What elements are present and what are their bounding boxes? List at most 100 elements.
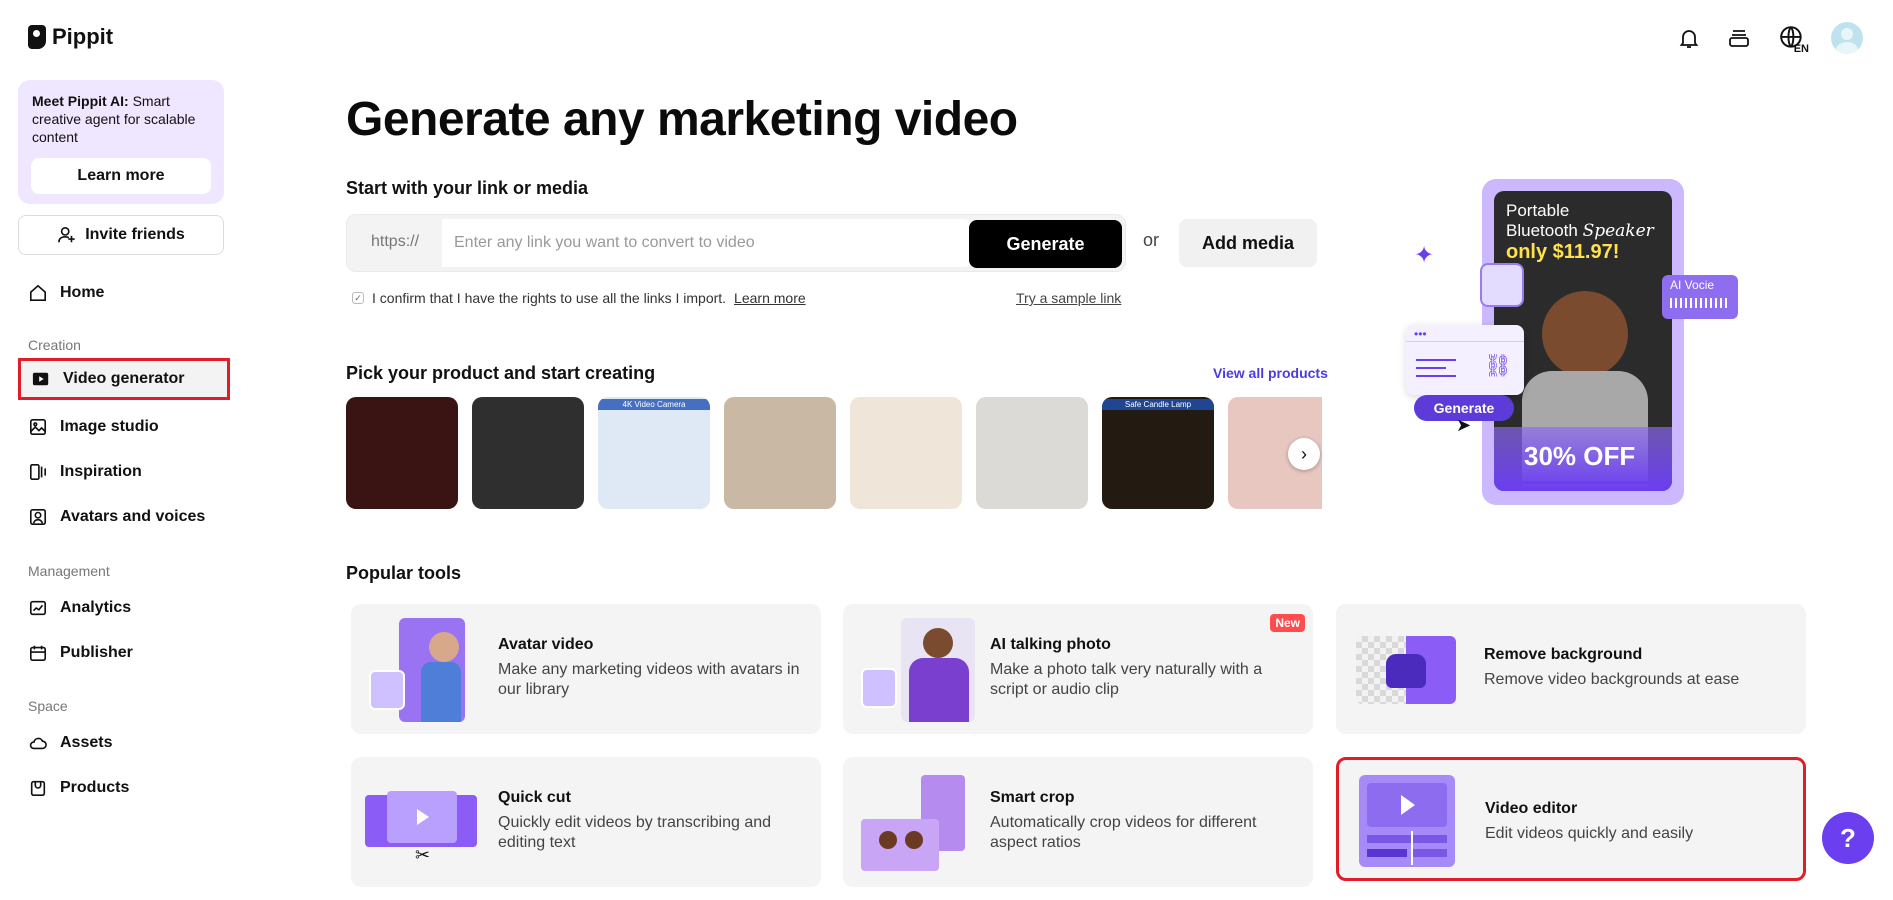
headphones-icon bbox=[1480, 263, 1524, 307]
quick-cut-thumbnail bbox=[365, 789, 479, 851]
product-carousel: 4K Video Camera Safe Candle Lamp bbox=[346, 397, 1322, 509]
sidebar-item-label: Video generator bbox=[63, 370, 185, 387]
subscription-icon[interactable] bbox=[1725, 24, 1753, 52]
help-button[interactable]: ? bbox=[1822, 812, 1874, 864]
sidebar-item-products[interactable]: Products bbox=[18, 767, 230, 809]
promo-title: Meet Pippit AI: bbox=[32, 93, 129, 109]
link-input[interactable] bbox=[442, 219, 972, 267]
tool-title: Quick cut bbox=[498, 789, 571, 806]
add-user-icon bbox=[57, 225, 77, 245]
popular-tools-heading: Popular tools bbox=[346, 563, 462, 583]
help-question-icon: ? bbox=[1840, 822, 1856, 853]
image-studio-icon bbox=[28, 417, 48, 437]
bell-icon[interactable] bbox=[1675, 24, 1703, 52]
home-icon bbox=[28, 283, 48, 303]
product-thumbnail-glass[interactable] bbox=[346, 397, 458, 509]
analytics-icon bbox=[28, 598, 48, 618]
invite-friends-button[interactable]: Invite friends bbox=[18, 215, 224, 255]
generate-button[interactable]: Generate bbox=[969, 220, 1122, 268]
product-thumbnail-person-reading[interactable] bbox=[724, 397, 836, 509]
talking-photo-thumbnail bbox=[861, 618, 975, 722]
product-label: Safe Candle Lamp bbox=[1102, 399, 1214, 410]
tool-card-quick-cut[interactable]: ✂ Quick cut Quickly edit videos by trans… bbox=[351, 757, 821, 887]
confirm-text: I confirm that I have the rights to use … bbox=[372, 290, 727, 306]
sidebar-item-inspiration[interactable]: Inspiration bbox=[18, 451, 230, 493]
sidebar-item-image-studio[interactable]: Image studio bbox=[18, 406, 230, 448]
video-editor-thumbnail bbox=[1359, 775, 1455, 867]
invite-label: Invite friends bbox=[85, 226, 185, 243]
hero-price: only $11.97! bbox=[1506, 241, 1620, 263]
view-all-products-link[interactable]: View all products bbox=[1213, 365, 1328, 381]
user-avatar[interactable] bbox=[1831, 22, 1863, 54]
link-input-box: https:// Generate bbox=[346, 214, 1126, 272]
hero-illustration: ✦ Portable Bluetooth Speaker only $11.97… bbox=[1400, 175, 1750, 515]
calendar-icon bbox=[28, 643, 48, 663]
product-thumbnail-camera-kit[interactable]: 4K Video Camera bbox=[598, 397, 710, 509]
hero-voice-label: AI Vocie bbox=[1670, 278, 1715, 292]
hero-line2: Bluetooth bbox=[1506, 221, 1578, 240]
sidebar-item-label: Avatars and voices bbox=[60, 508, 206, 525]
tool-title: Video editor bbox=[1485, 800, 1578, 817]
tool-description: Make any marketing videos with avatars i… bbox=[498, 661, 800, 698]
smart-crop-thumbnail bbox=[861, 775, 971, 871]
sparkle-icon: ✦ bbox=[1414, 242, 1435, 269]
tool-card-smart-crop[interactable]: Smart crop Automatically crop videos for… bbox=[843, 757, 1313, 887]
app-logo[interactable]: Pippit bbox=[28, 24, 113, 50]
carousel-next-button[interactable]: › bbox=[1288, 438, 1320, 470]
cursor-icon: ➤ bbox=[1456, 415, 1472, 435]
or-separator: or bbox=[1143, 230, 1160, 250]
product-thumbnail-candle-lamp[interactable]: Safe Candle Lamp bbox=[1102, 397, 1214, 509]
sidebar-item-label: Assets bbox=[60, 734, 113, 751]
sidebar-item-label: Inspiration bbox=[60, 463, 142, 480]
sidebar-item-label: Products bbox=[60, 779, 130, 796]
tool-description: Automatically crop videos for different … bbox=[990, 814, 1257, 851]
avatar-icon bbox=[28, 507, 48, 527]
sidebar-item-assets[interactable]: Assets bbox=[18, 722, 230, 764]
sidebar-item-analytics[interactable]: Analytics bbox=[18, 587, 230, 629]
learn-more-button[interactable]: Learn more bbox=[31, 158, 211, 194]
sidebar-item-label: Publisher bbox=[60, 644, 133, 661]
try-sample-link[interactable]: Try a sample link bbox=[1016, 290, 1121, 306]
product-label: 4K Video Camera bbox=[598, 399, 710, 410]
language-globe-icon[interactable]: EN bbox=[1775, 23, 1809, 55]
hero-discount: 30% OFF bbox=[1524, 441, 1636, 471]
https-prefix: https:// bbox=[371, 233, 420, 250]
promo-card: Meet Pippit AI: Smart creative agent for… bbox=[18, 80, 224, 204]
tool-card-ai-talking-photo[interactable]: AI talking photo Make a photo talk very … bbox=[843, 604, 1313, 734]
tool-description: Make a photo talk very naturally with a … bbox=[990, 661, 1263, 698]
hero-voice-card: AI Vocie bbox=[1662, 275, 1738, 319]
confirm-checkbox[interactable]: ✓ bbox=[352, 292, 364, 304]
hero-headline: Portable Bluetooth Speaker bbox=[1506, 201, 1654, 241]
video-generator-icon bbox=[31, 369, 51, 389]
pippit-logo-icon bbox=[28, 25, 46, 49]
confirm-learn-more-link[interactable]: Learn more bbox=[734, 290, 806, 306]
tool-title: AI talking photo bbox=[990, 636, 1111, 653]
add-media-button[interactable]: Add media bbox=[1179, 219, 1317, 267]
sidebar-item-home[interactable]: Home bbox=[18, 272, 230, 314]
tool-title: Avatar video bbox=[498, 636, 594, 653]
product-thumbnail-podcaster[interactable] bbox=[976, 397, 1088, 509]
sidebar-item-label: Analytics bbox=[60, 599, 132, 616]
tool-card-avatar-video[interactable]: Avatar video Make any marketing videos w… bbox=[351, 604, 821, 734]
hero-line2b: Speaker bbox=[1582, 221, 1654, 241]
sidebar-item-avatars-voices[interactable]: Avatars and voices bbox=[18, 496, 230, 538]
product-thumbnail-handbag[interactable] bbox=[850, 397, 962, 509]
sidebar-item-video-generator[interactable]: Video generator bbox=[18, 358, 230, 400]
sidebar-item-publisher[interactable]: Publisher bbox=[18, 632, 230, 674]
avatar-video-thumbnail bbox=[369, 618, 469, 722]
tool-description: Quickly edit videos by transcribing and … bbox=[498, 814, 772, 851]
product-thumbnail-food-trays[interactable] bbox=[472, 397, 584, 509]
sidebar: Pippit Meet Pippit AI: Smart creative ag… bbox=[0, 0, 240, 900]
tool-description: Edit videos quickly and easily bbox=[1485, 825, 1694, 842]
tool-card-remove-background[interactable]: Remove background Remove video backgroun… bbox=[1336, 604, 1806, 734]
nav-section-space: Space bbox=[28, 698, 68, 714]
tool-card-video-editor[interactable]: Video editor Edit videos quickly and eas… bbox=[1336, 757, 1806, 881]
link-input-wrapper bbox=[442, 219, 972, 267]
link-icon: ⛓ bbox=[1484, 353, 1512, 378]
inspiration-icon bbox=[28, 462, 48, 482]
sidebar-item-label: Home bbox=[60, 284, 105, 301]
link-heading: Start with your link or media bbox=[346, 178, 589, 198]
tool-title: Remove background bbox=[1484, 646, 1643, 663]
top-bar: EN bbox=[1675, 22, 1863, 55]
app-name: Pippit bbox=[52, 24, 114, 49]
